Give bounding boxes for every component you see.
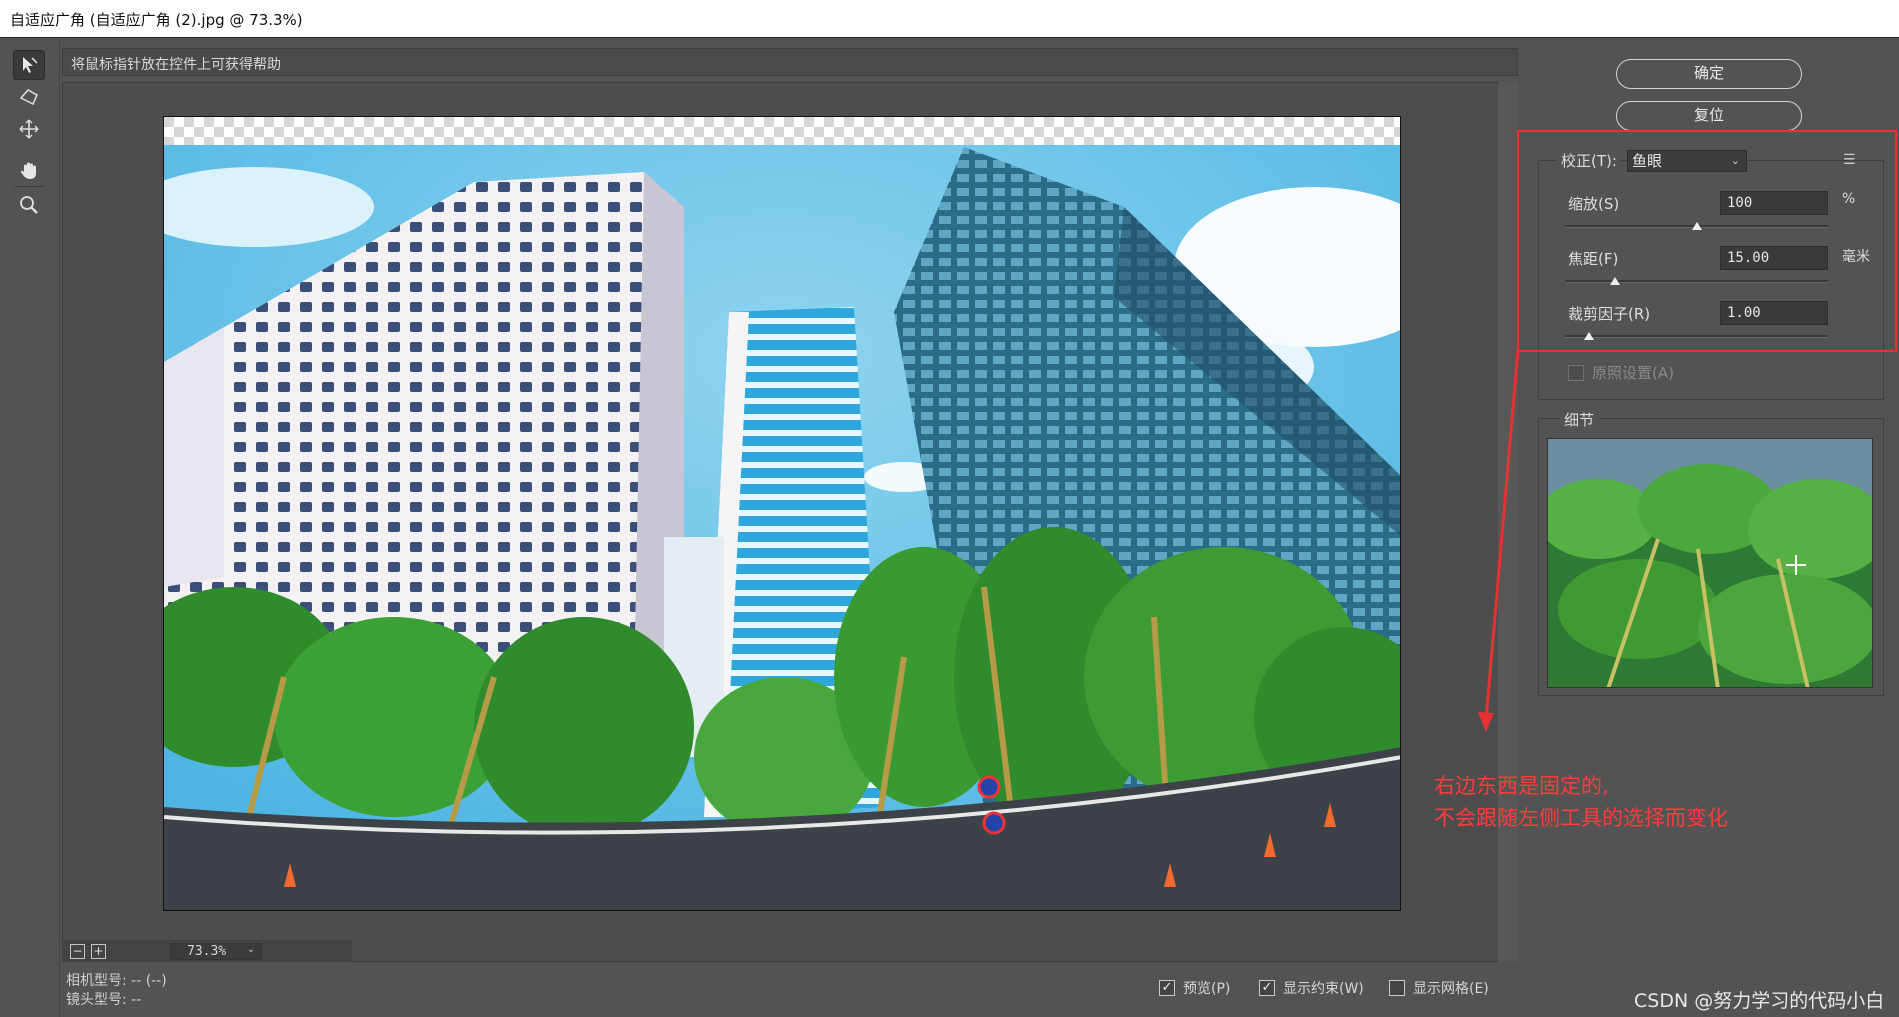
camera-model-label: 相机型号: -- (--) [66, 973, 167, 989]
lens-model-label: 镜头型号: -- [66, 992, 142, 1008]
scale-slider-thumb[interactable] [1691, 222, 1702, 230]
crop-factor-slider-track[interactable] [1565, 335, 1828, 338]
scale-input[interactable]: 100 [1720, 191, 1828, 215]
panel-menu-icon[interactable]: ☰ [1843, 152, 1856, 168]
crop-factor-slider-thumb[interactable] [1583, 332, 1594, 340]
window-titlebar: 自适应广角 (自适应广角 (2).jpg @ 73.3%) [0, 0, 1899, 38]
annotation-line-1: 右边东西是固定的, [1434, 774, 1609, 798]
ok-button[interactable]: 确定 [1616, 59, 1802, 89]
focal-length-slider-track[interactable] [1565, 280, 1828, 283]
scale-label: 缩放(S) [1568, 195, 1620, 213]
as-shot-checkbox[interactable]: 原照设置(A) [1568, 362, 1674, 383]
polygon-constraint-tool-icon[interactable] [13, 82, 45, 112]
zoom-out-button[interactable]: − [70, 944, 85, 959]
scale-unit: % [1842, 191, 1856, 207]
checkbox-checked-icon: ✓ [1259, 980, 1275, 996]
toolbar-divider [14, 186, 44, 187]
zoom-dropdown-icon[interactable]: ⌄ [242, 944, 260, 959]
focal-length-input[interactable]: 15.00 [1720, 246, 1828, 270]
correction-value: 鱼眼 [1632, 152, 1663, 170]
crop-factor-input[interactable]: 1.00 [1720, 301, 1828, 325]
show-constraints-label: 显示约束(W) [1283, 981, 1364, 997]
crop-factor-label: 裁剪因子(R) [1568, 305, 1651, 323]
show-grid-label: 显示网格(E) [1413, 981, 1489, 997]
focal-length-label: 焦距(F) [1568, 250, 1619, 268]
move-tool-icon[interactable] [13, 114, 45, 144]
as-shot-label: 原照设置(A) [1592, 364, 1674, 382]
watermark: CSDN @努力学习的代码小白 [1634, 990, 1885, 1012]
annotation-arrow-icon [1478, 349, 1520, 732]
show-grid-checkbox[interactable]: 显示网格(E) [1389, 978, 1489, 998]
preview-label: 预览(P) [1183, 981, 1231, 997]
preview-checkbox[interactable]: ✓ 预览(P) [1159, 978, 1230, 998]
help-hint-bar: 将鼠标指针放在控件上可获得帮助 [62, 48, 1518, 76]
detail-loupe-image [1547, 438, 1873, 688]
checkbox-unchecked-icon [1389, 980, 1405, 996]
correction-label: 校正(T): [1557, 150, 1621, 171]
annotation-line-2: 不会跟随左侧工具的选择而变化 [1434, 806, 1728, 830]
tool-palette [0, 38, 60, 1017]
fisheye-buildings-photo [164, 117, 1400, 910]
reset-button[interactable]: 复位 [1616, 101, 1802, 131]
focal-length-slider-thumb[interactable] [1609, 277, 1620, 285]
checkbox-checked-icon: ✓ [1159, 980, 1175, 996]
zoom-tool-icon[interactable] [13, 190, 45, 220]
correction-select[interactable]: 鱼眼 ⌄ [1627, 150, 1747, 172]
detail-title: 细节 [1560, 409, 1599, 430]
preview-image[interactable] [163, 116, 1401, 911]
constraint-tool-icon[interactable] [13, 50, 45, 80]
zoom-in-button[interactable]: + [91, 944, 106, 959]
window-title: 自适应广角 (自适应广角 (2).jpg @ 73.3%) [10, 11, 303, 29]
hand-tool-icon[interactable] [13, 156, 45, 186]
focal-length-unit: 毫米 [1842, 249, 1870, 265]
zoom-bar: − + 73.3% ⌄ [62, 940, 352, 962]
chevron-down-icon: ⌄ [1730, 154, 1740, 167]
show-constraints-checkbox[interactable]: ✓ 显示约束(W) [1259, 978, 1364, 998]
checkbox-unchecked-icon [1568, 364, 1584, 381]
